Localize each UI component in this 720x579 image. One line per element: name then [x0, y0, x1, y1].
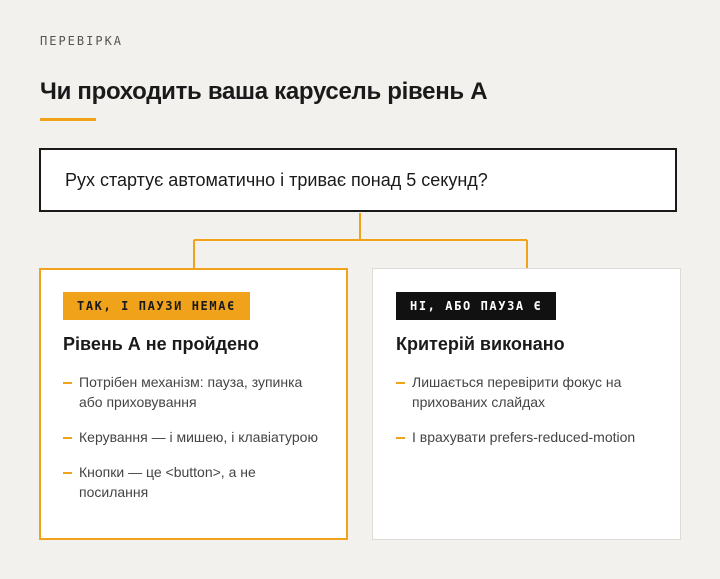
- card-yes: ТАК, І ПАУЗИ НЕМАЄ Рівень А не пройдено …: [39, 268, 348, 540]
- card-no-heading: Критерій виконано: [396, 334, 565, 354]
- card-no: НІ, АБО ПАУЗА Є Критерій виконано Лишаєт…: [372, 268, 681, 540]
- list-item: Кнопки — це <button>, а не посилання: [63, 462, 326, 502]
- badge-yes: ТАК, І ПАУЗИ НЕМАЄ: [63, 292, 250, 320]
- list-item: Керування — і мишею, і клавіатурою: [63, 427, 326, 447]
- card-no-list: Лишається перевірити фокус на прихованих…: [396, 372, 660, 462]
- list-item: Лишається перевірити фокус на прихованих…: [396, 372, 660, 412]
- badge-no: НІ, АБО ПАУЗА Є: [396, 292, 557, 320]
- list-item: І врахувати prefers-reduced-motion: [396, 427, 660, 447]
- card-yes-list: Потрібен механізм: пауза, зупинка або пр…: [63, 372, 326, 517]
- card-yes-heading: Рівень А не пройдено: [63, 334, 259, 354]
- list-item: Потрібен механізм: пауза, зупинка або пр…: [63, 372, 326, 412]
